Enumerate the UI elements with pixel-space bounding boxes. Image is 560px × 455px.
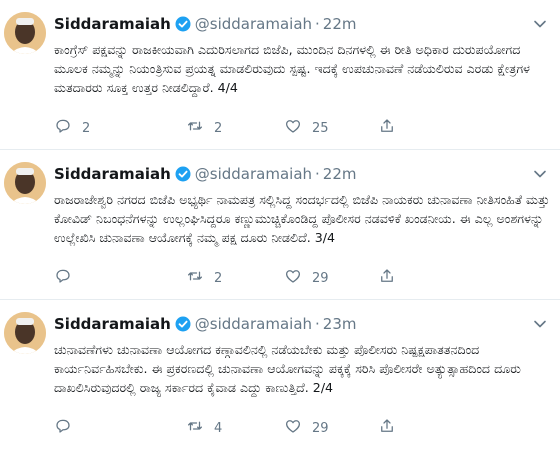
author-name[interactable]: Siddaramaiah [54,315,171,333]
retweet-icon [186,417,204,439]
retweet-button[interactable]: 4 [186,418,222,438]
tweet-text: ರಾಜರಾಜೇಶ್ವರಿ ನಗರದ ಬಿಜೆಪಿ ಅಭ್ಯರ್ಥಿ ನಾಮಪತ್… [54,192,550,245]
separator-dot: · [315,15,320,33]
author-name[interactable]: Siddaramaiah [54,15,171,33]
verified-badge-icon [175,316,191,332]
retweet-count: 4 [214,420,223,436]
tweet-actions: 4 29 [54,418,474,440]
timeline-feed: Siddaramaiah @siddaramaiah · 22m ಕಾಂಗ್ರೆ… [0,0,560,455]
reply-count: 2 [82,120,91,136]
reply-icon [54,117,72,139]
share-icon [378,117,396,139]
tweet[interactable]: Siddaramaiah @siddaramaiah · 23m ಚುನಾವಣೆ… [0,300,560,455]
share-button[interactable] [378,268,396,288]
heart-icon [284,267,302,289]
separator-dot: · [315,315,320,333]
tweet[interactable]: Siddaramaiah @siddaramaiah · 22m ಕಾಂಗ್ರೆ… [0,0,560,150]
author-handle[interactable]: @siddaramaiah [195,15,312,33]
share-button[interactable] [378,418,396,438]
tweet[interactable]: Siddaramaiah @siddaramaiah · 22m ರಾಜರಾಜೇ… [0,150,560,300]
tweet-actions: 2 29 [54,268,474,290]
avatar[interactable] [4,312,46,354]
share-button[interactable] [378,118,396,138]
like-button[interactable]: 25 [284,118,329,138]
author-handle[interactable]: @siddaramaiah [195,165,312,183]
tweet-timestamp[interactable]: 22m [323,165,357,183]
heart-icon [284,117,302,139]
retweet-button[interactable]: 2 [186,118,222,138]
author-handle[interactable]: @siddaramaiah [195,315,312,333]
reply-button[interactable] [54,268,82,288]
chevron-down-icon[interactable] [532,166,548,182]
retweet-icon [186,117,204,139]
like-count: 29 [312,420,329,436]
like-button[interactable]: 29 [284,268,329,288]
tweet-text: ಚುನಾವಣೆಗಳು ಚುನಾವಣಾ ಆಯೋಗದ ಕಣ್ಗಾವಲಿನಲ್ಲಿ ನ… [54,342,521,395]
retweet-count: 2 [214,270,223,286]
tweet-header: Siddaramaiah @siddaramaiah · 22m [54,162,546,186]
heart-icon [284,417,302,439]
chevron-down-icon[interactable] [532,316,548,332]
tweet-actions: 2 2 25 [54,118,474,140]
reply-icon [54,267,72,289]
reply-button[interactable] [54,418,82,438]
chevron-down-icon[interactable] [532,16,548,32]
verified-badge-icon [175,16,191,32]
avatar[interactable] [4,162,46,204]
reply-icon [54,417,72,439]
retweet-button[interactable]: 2 [186,268,222,288]
tweet-header: Siddaramaiah @siddaramaiah · 22m [54,12,546,36]
retweet-icon [186,267,204,289]
like-count: 25 [312,120,329,136]
tweet-timestamp[interactable]: 22m [323,15,357,33]
tweet-timestamp[interactable]: 23m [323,315,357,333]
share-icon [378,267,396,289]
tweet-text: ಕಾಂಗ್ರೆಸ್ ಪಕ್ಷವನ್ನು ರಾಜಕೀಯವಾಗಿ ಎದುರಿಸಲಾಗ… [54,42,530,95]
separator-dot: · [315,165,320,183]
author-name[interactable]: Siddaramaiah [54,165,171,183]
share-icon [378,417,396,439]
avatar[interactable] [4,12,46,54]
retweet-count: 2 [214,120,223,136]
like-count: 29 [312,270,329,286]
reply-button[interactable]: 2 [54,118,90,138]
like-button[interactable]: 29 [284,418,329,438]
tweet-header: Siddaramaiah @siddaramaiah · 23m [54,312,546,336]
verified-badge-icon [175,166,191,182]
